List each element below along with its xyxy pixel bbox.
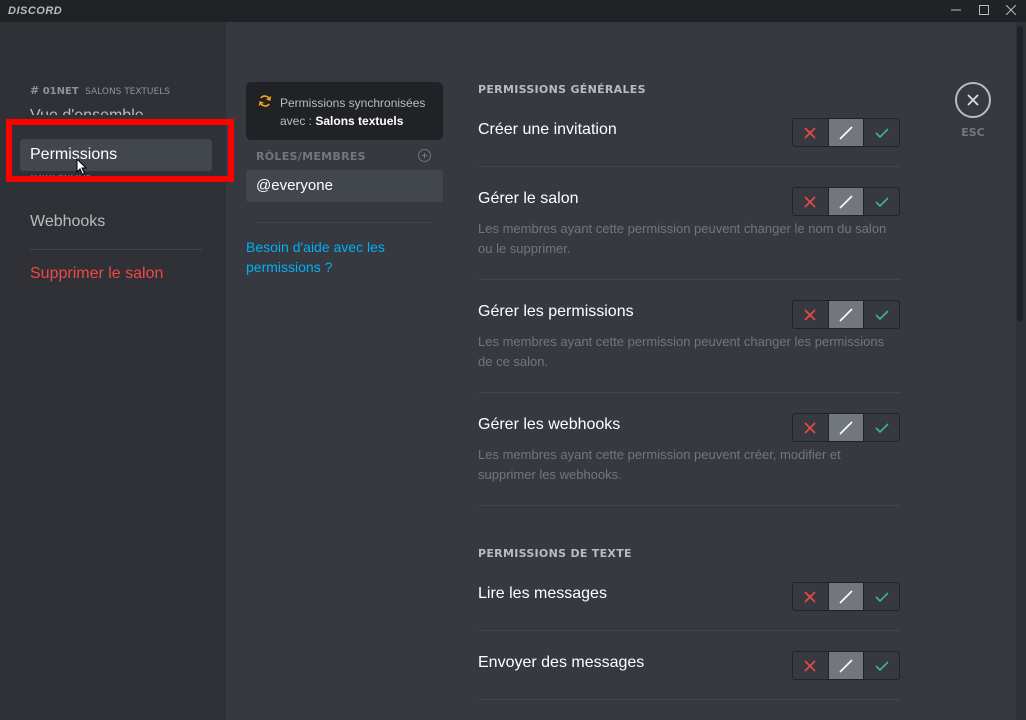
close-window-icon (1005, 4, 1017, 16)
neutral-button[interactable] (828, 583, 865, 610)
x-icon (804, 195, 816, 208)
perm-description: Les membres ayant cette permission peuve… (478, 447, 841, 482)
sidebar-header: # 01NET SALONS TEXTUELS (30, 84, 170, 97)
neutral-button[interactable] (828, 301, 865, 328)
perm-divider (478, 505, 900, 506)
perm-divider (478, 630, 900, 631)
deny-button[interactable] (793, 188, 829, 215)
neutral-button[interactable] (828, 119, 865, 146)
perm-toggle (792, 300, 900, 329)
deny-button[interactable] (793, 414, 829, 441)
perm-title: Envoyer des messages (478, 654, 645, 671)
perm-divider (478, 279, 900, 280)
check-icon (875, 196, 889, 207)
slash-icon (839, 658, 853, 673)
deny-button[interactable] (793, 652, 829, 679)
deny-button[interactable] (793, 301, 829, 328)
neutral-button[interactable] (828, 652, 865, 679)
roles-divider (256, 222, 432, 223)
slash-icon (839, 589, 853, 604)
check-icon (875, 660, 889, 671)
sync-text: Permissions synchronisées avec : Salons … (280, 94, 440, 130)
check-icon (875, 591, 889, 602)
role-item-everyone[interactable]: @everyone (246, 170, 443, 202)
maximize-icon (979, 5, 989, 15)
x-icon (804, 308, 816, 321)
close-window-button[interactable] (996, 2, 1026, 20)
perm-toggle (792, 118, 900, 147)
allow-button[interactable] (864, 188, 899, 215)
roles-header: RÔLES/MEMBRES (256, 150, 366, 163)
highlight-box (6, 119, 234, 182)
check-icon (875, 127, 889, 138)
allow-button[interactable] (864, 583, 899, 610)
perm-title: Gérer les permissions (478, 303, 634, 320)
sync-target: Salons textuels (315, 114, 404, 128)
roles-panel: Permissions synchronisées avec : Salons … (246, 82, 443, 275)
perm-toggle (792, 187, 900, 216)
check-icon (875, 422, 889, 433)
sidebar-item-delete-channel[interactable]: Supprimer le salon (20, 258, 212, 290)
neutral-button[interactable] (828, 188, 865, 215)
deny-button[interactable] (793, 119, 829, 146)
perm-title: Créer une invitation (478, 121, 617, 138)
section-title-general: PERMISSIONS GÉNÉRALES (478, 83, 646, 96)
help-link[interactable]: Besoin d'aide avec les permissions ? (246, 237, 406, 277)
perm-divider (478, 699, 900, 700)
deny-button[interactable] (793, 583, 829, 610)
x-icon (804, 659, 816, 672)
slash-icon (839, 194, 853, 209)
perm-divider (478, 166, 900, 167)
x-icon (804, 126, 816, 139)
perm-toggle (792, 413, 900, 442)
close-icon (967, 94, 979, 106)
allow-button[interactable] (864, 301, 899, 328)
esc-label: ESC (961, 126, 985, 139)
allow-button[interactable] (864, 119, 899, 146)
perm-description: Les membres ayant cette permission peuve… (478, 221, 887, 256)
mouse-cursor-icon (76, 158, 88, 176)
sync-notice: Permissions synchronisées avec : Salons … (246, 82, 443, 140)
x-icon (804, 421, 816, 434)
close-settings-button[interactable] (955, 82, 991, 118)
maximize-button[interactable] (969, 2, 999, 20)
allow-button[interactable] (864, 414, 899, 441)
perm-toggle (792, 651, 900, 680)
scrollbar-thumb[interactable] (1017, 26, 1023, 321)
sidebar-item-webhooks[interactable]: Webhooks (20, 206, 212, 238)
allow-button[interactable] (864, 652, 899, 679)
sidebar-divider (30, 249, 202, 250)
perm-divider (478, 392, 900, 393)
channel-name: 01NET (42, 86, 79, 97)
minimize-button[interactable] (941, 2, 971, 20)
perm-description: Les membres ayant cette permission peuve… (478, 334, 885, 369)
section-title-text: PERMISSIONS DE TEXTE (478, 547, 632, 560)
sync-icon (258, 95, 272, 107)
channel-hash-icon: # (30, 84, 40, 97)
x-icon (804, 590, 816, 603)
perm-toggle (792, 582, 900, 611)
title-bar: DISCORD (0, 0, 1026, 22)
neutral-button[interactable] (828, 414, 865, 441)
perm-title: Gérer le salon (478, 190, 579, 207)
slash-icon (839, 420, 853, 435)
discord-logo: DISCORD (8, 5, 63, 17)
slash-icon (839, 125, 853, 140)
check-icon (875, 309, 889, 320)
channel-category: SALONS TEXTUELS (85, 87, 170, 97)
minimize-icon (951, 9, 961, 11)
add-role-icon[interactable] (418, 149, 431, 162)
perm-title: Gérer les webhooks (478, 416, 621, 433)
slash-icon (839, 307, 853, 322)
perm-title: Lire les messages (478, 585, 607, 602)
